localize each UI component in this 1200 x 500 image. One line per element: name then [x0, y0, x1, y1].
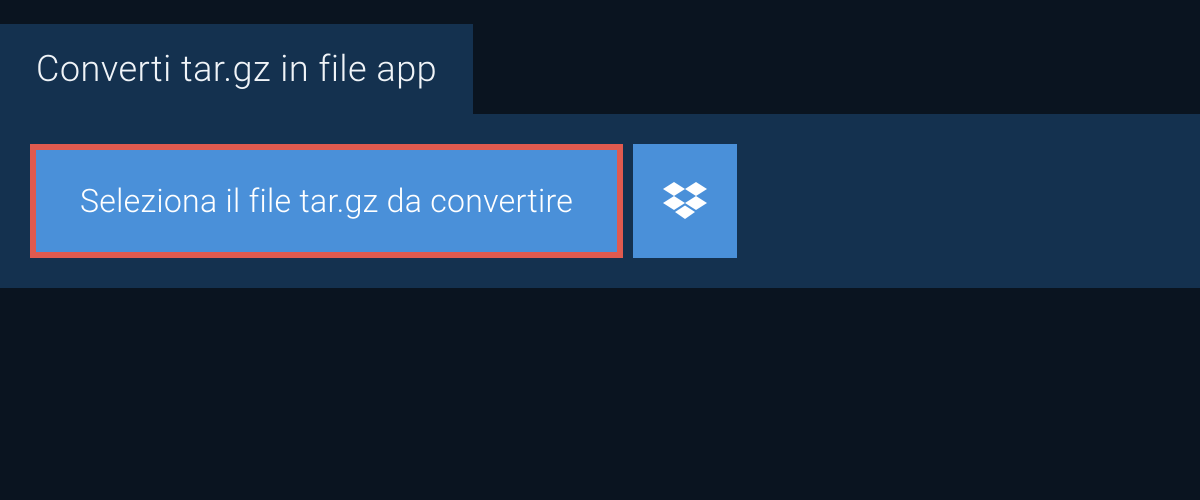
main-panel: Seleziona il file tar.gz da convertire [0, 114, 1200, 288]
dropbox-icon [663, 182, 707, 220]
button-row: Seleziona il file tar.gz da convertire [30, 144, 1170, 258]
select-file-button-label: Seleziona il file tar.gz da convertire [80, 182, 573, 220]
dropbox-button[interactable] [633, 144, 737, 258]
select-file-button[interactable]: Seleziona il file tar.gz da convertire [30, 144, 623, 258]
page-title: Converti tar.gz in file app [36, 48, 437, 90]
header-tab: Converti tar.gz in file app [0, 24, 473, 114]
